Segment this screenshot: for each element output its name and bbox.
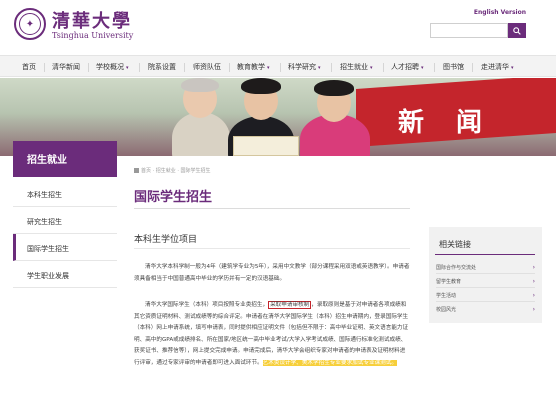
banner-sign-text: 闻 [456, 108, 483, 138]
breadcrumb: 首页 · 招生就业 · 国际学生招生 [134, 167, 211, 174]
nav-item-visit[interactable]: 走进清华 ▾ [481, 62, 514, 72]
chevron-down-icon: ▾ [421, 65, 424, 71]
chevron-down-icon: ▾ [511, 65, 514, 71]
site-header: ✦ 清華大學 Tsinghua University English Versi… [0, 0, 556, 48]
banner-sign-text: 新 [398, 108, 425, 138]
chevron-right-icon: › [532, 292, 535, 299]
chevron-right-icon: › [532, 306, 535, 313]
related-link-item[interactable]: 留学生教育 › [436, 278, 535, 288]
chevron-down-icon: ▾ [318, 65, 321, 71]
chevron-down-icon: ▾ [267, 65, 270, 71]
chevron-down-icon: ▾ [370, 65, 373, 71]
person-hair [314, 80, 354, 96]
nav-item-label: 学校概况 [96, 63, 124, 71]
nav-item-label: 人才招聘 [391, 63, 419, 71]
related-link-item[interactable]: 国际合作与交流处 › [436, 264, 535, 274]
home-icon[interactable] [134, 168, 139, 173]
nav-divider [229, 63, 230, 72]
nav-item-label: 清华新闻 [52, 63, 80, 71]
certificate [233, 136, 299, 156]
divider [435, 254, 535, 255]
nav-item-about[interactable]: 学校概况 ▾ [96, 62, 129, 72]
related-links-title: 相关链接 [439, 240, 471, 249]
search-button[interactable] [508, 23, 526, 38]
nav-item-admissions[interactable]: 招生就业 ▾ [340, 62, 373, 72]
sidebar-menu: 本科生招生 研究生招生 国际学生招生 学生职业发展 [13, 180, 117, 288]
paragraph-text: 清华大学国际学生（本科）项目按照专业类招生， [145, 302, 269, 308]
nav-item-label: 科学研究 [288, 63, 316, 71]
related-link-item[interactable]: 校园风光 › [436, 306, 535, 313]
divider [436, 287, 535, 288]
nav-item-label: 招生就业 [340, 63, 368, 71]
person-hair [181, 78, 219, 92]
nav-item-label: 首页 [22, 63, 36, 71]
related-link-label: 学生活动 [436, 293, 457, 299]
nav-item-label: 走进清华 [481, 63, 509, 71]
nav-item-education[interactable]: 教育教学 ▾ [237, 62, 270, 72]
sidebar-item-undergraduate[interactable]: 本科生招生 [13, 180, 117, 207]
nav-item-research[interactable]: 科学研究 ▾ [288, 62, 321, 72]
divider [436, 273, 535, 274]
logo-english-name[interactable]: Tsinghua University [52, 31, 133, 40]
related-links-panel: 相关链接 国际合作与交流处 › 留学生教育 › 学生活动 › 校园风光 › [429, 227, 542, 323]
person-hair [241, 78, 281, 94]
nav-divider [331, 63, 332, 72]
nav-divider [184, 63, 185, 72]
person-figure [172, 112, 230, 156]
paragraph-admission: 清华大学国际学生（本科）项目按照专业类招生， 采取申请审核制 ，录取原则是基于对申请… [134, 300, 410, 370]
english-version-link[interactable]: English Version [474, 9, 526, 16]
nav-divider [383, 63, 384, 72]
chevron-right-icon: › [532, 278, 535, 285]
divider [134, 208, 410, 209]
page-title: 国际学生招生 [134, 190, 213, 205]
sidebar-item-career[interactable]: 学生职业发展 [13, 261, 117, 288]
related-link-label: 留学生教育 [436, 279, 462, 285]
nav-item-departments[interactable]: 院系设置 [148, 62, 176, 72]
related-link-label: 校园风光 [436, 307, 457, 313]
search-icon [513, 26, 521, 35]
paragraph-text: ，录取原则是基于对申请者各项成绩和其它资质证明材料、测试成绩等的综合评定。申请者… [134, 302, 409, 366]
paragraph-intro: 清华大学本科学制一般为4年（建筑学专业为5年），采用中文教学（部分课程采用双语或… [134, 262, 410, 285]
related-link-label: 国际合作与交流处 [436, 265, 477, 271]
seal-inner: ✦ [19, 13, 41, 35]
logo-chinese-name[interactable]: 清華大學 [52, 7, 132, 33]
nav-item-library[interactable]: 图书馆 [443, 62, 464, 72]
paragraph-text: 清华大学本科学制一般为4年（建筑学专业为5年），采用中文教学（部分课程采用双语或… [134, 264, 410, 282]
nav-divider [44, 63, 45, 72]
nav-item-label: 教育教学 [237, 63, 265, 71]
nav-item-faculty[interactable]: 师资队伍 [193, 62, 221, 72]
chevron-right-icon: › [532, 264, 535, 271]
university-seal-icon[interactable]: ✦ [14, 8, 46, 40]
nav-divider [139, 63, 140, 72]
nav-item-recruitment[interactable]: 人才招聘 ▾ [391, 62, 424, 72]
nav-divider [88, 63, 89, 72]
section-title: 本科生学位项目 [134, 235, 198, 245]
nav-item-home[interactable]: 首页 [22, 62, 36, 72]
sidebar-item-graduate[interactable]: 研究生招生 [13, 207, 117, 234]
nav-item-news[interactable]: 清华新闻 [52, 62, 80, 72]
nav-item-label: 图书馆 [443, 63, 464, 71]
sidebar-title: 招生就业 [13, 141, 117, 177]
nav-item-label: 师资队伍 [193, 63, 221, 71]
divider [436, 301, 535, 302]
related-link-item[interactable]: 学生活动 › [436, 292, 535, 302]
nav-item-label: 院系设置 [148, 63, 176, 71]
nav-divider [280, 63, 281, 72]
highlighted-phrase: 艺术类设计学、美术学招生专业要求加试专业课测试。 [262, 359, 397, 366]
chevron-down-icon: ▾ [126, 65, 129, 71]
breadcrumb-text[interactable]: 首页 · 招生就业 · 国际学生招生 [141, 168, 211, 174]
boxed-phrase: 采取申请审核制 [268, 301, 312, 309]
sidebar-item-international[interactable]: 国际学生招生 [13, 234, 117, 261]
search-input[interactable] [430, 23, 508, 38]
main-nav: 首页 清华新闻 学校概况 ▾ 院系设置 师资队伍 教育教学 ▾ 科学研究 ▾ 招生就业… [0, 55, 556, 77]
nav-divider [472, 63, 473, 72]
nav-divider [434, 63, 435, 72]
divider [134, 248, 410, 249]
